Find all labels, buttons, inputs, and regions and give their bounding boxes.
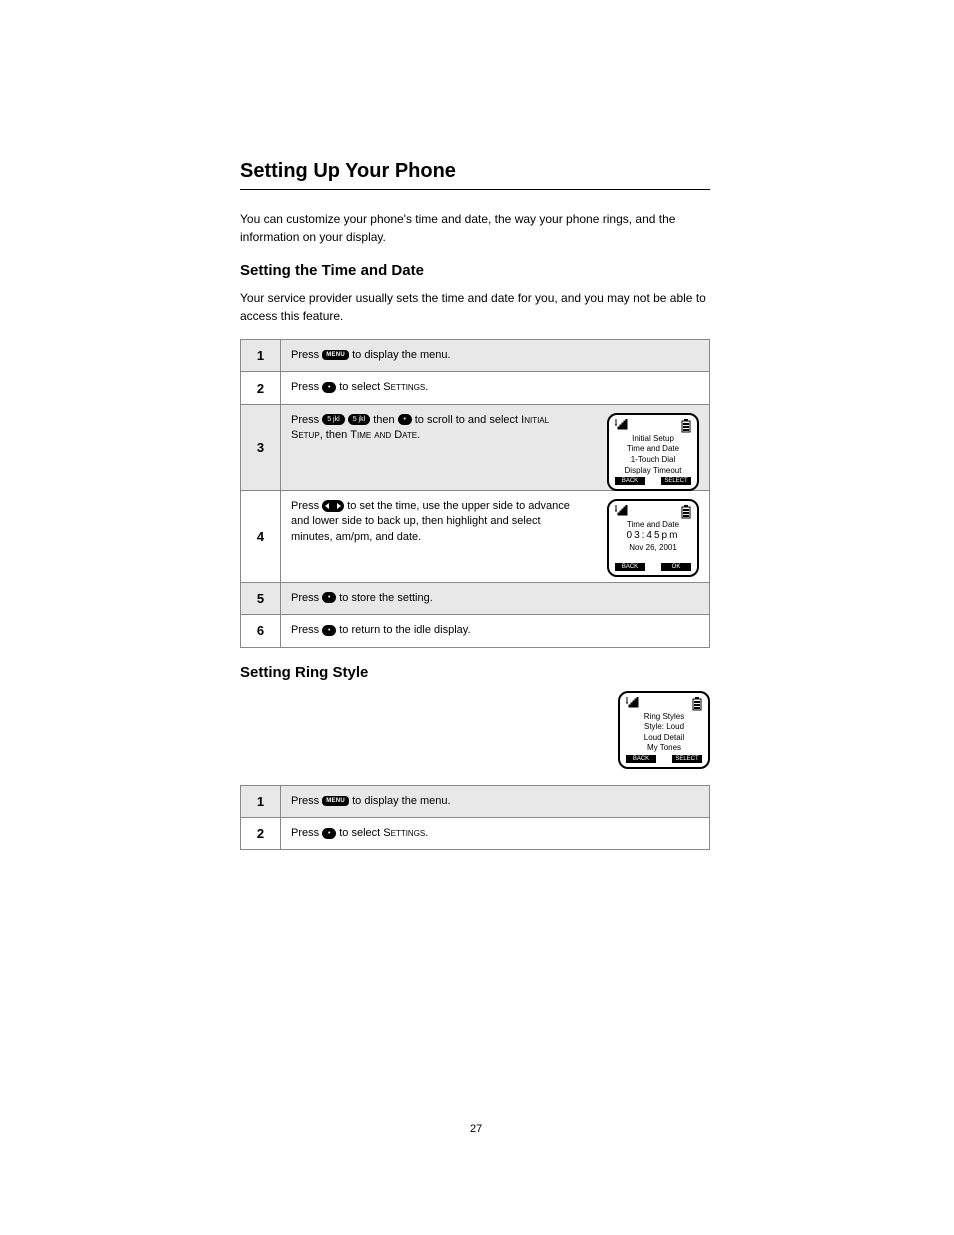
lcd-softkey-right: OK — [661, 563, 691, 571]
lcd-line: 1-Touch Dial — [615, 455, 691, 465]
lcd-softkey-left: BACK — [615, 563, 645, 571]
step-cell: Press MENU to display the menu. — [281, 340, 710, 372]
menu-key-icon: MENU — [322, 350, 349, 360]
lcd-softkey-left: BACK — [626, 755, 656, 763]
lcd-line: Initial Setup — [615, 434, 691, 444]
title-rule — [240, 189, 710, 190]
battery-icon — [681, 505, 691, 519]
page-title: Setting Up Your Phone — [240, 160, 710, 183]
lcd-line: Time and Date — [615, 444, 691, 454]
ok-key-icon: • — [398, 414, 412, 425]
lcd-line: Ring Styles — [626, 712, 702, 722]
page-content: Setting Up Your Phone You can customize … — [240, 160, 710, 864]
signal-icon — [615, 505, 631, 517]
step-number: 1 — [241, 785, 281, 817]
menu-key-icon: MENU — [322, 796, 349, 806]
section-heading-time: Setting the Time and Date — [240, 262, 710, 279]
page-number: 27 — [470, 1123, 482, 1135]
ok-key-icon: • — [322, 828, 336, 839]
step-cell: Press to set the time, use the upper sid… — [281, 490, 710, 582]
lcd-softkey-right: SELECT — [672, 755, 702, 763]
lcd-line: Time and Date — [615, 520, 691, 530]
lcd-line: 03:45pm — [615, 530, 691, 542]
step-cell: Press • to store the setting. — [281, 582, 710, 614]
lcd-line: Style: Loud — [626, 722, 702, 732]
ok-key-icon: • — [322, 625, 336, 636]
phone-display: Initial Setup Time and Date 1-Touch Dial… — [607, 413, 699, 491]
lcd-softkey-right: SELECT — [661, 477, 691, 485]
phone-display: Time and Date 03:45pm Nov 26, 2001 BACK … — [607, 499, 699, 577]
signal-icon — [615, 419, 631, 431]
lcd-softkey-left: BACK — [615, 477, 645, 485]
step-cell: Press • to select Settings. — [281, 817, 710, 849]
ok-key-icon: • — [322, 592, 336, 603]
step-cell: Press MENU to display the menu. — [281, 785, 710, 817]
phone-display: Ring Styles Style: Loud Loud Detail My T… — [618, 691, 710, 769]
battery-icon — [692, 697, 702, 711]
step-number: 2 — [241, 817, 281, 849]
section-heading-ring: Setting Ring Style — [240, 664, 710, 681]
step-number: 6 — [241, 615, 281, 647]
step-number: 2 — [241, 372, 281, 404]
battery-icon — [681, 419, 691, 433]
five-key-icon: 5 jkl — [348, 414, 370, 425]
step-cell: Press • to select Settings. — [281, 372, 710, 404]
lcd-line: Loud Detail — [626, 733, 702, 743]
ok-key-icon: • — [322, 382, 336, 393]
step-cell: Press 5 jkl 5 jkl then • to scroll to an… — [281, 404, 710, 490]
step-number: 3 — [241, 404, 281, 490]
five-key-icon: 5 jkl — [322, 414, 344, 425]
steps-table-1: 1 Press MENU to display the menu. 2 Pres… — [240, 339, 710, 648]
signal-icon — [626, 697, 642, 709]
section-paragraph: Your service provider usually sets the t… — [240, 289, 710, 325]
steps-table-2: 1 Press MENU to display the menu. 2 Pres… — [240, 785, 710, 851]
step-cell: Press • to return to the idle display. — [281, 615, 710, 647]
step-number: 5 — [241, 582, 281, 614]
nav-key-icon — [322, 500, 344, 512]
lcd-line: Nov 26, 2001 — [615, 543, 691, 553]
lcd-line: Display Timeout — [615, 466, 691, 476]
step-number: 4 — [241, 490, 281, 582]
lcd-line: My Tones — [626, 743, 702, 753]
step-number: 1 — [241, 340, 281, 372]
intro-paragraph: You can customize your phone's time and … — [240, 210, 710, 246]
